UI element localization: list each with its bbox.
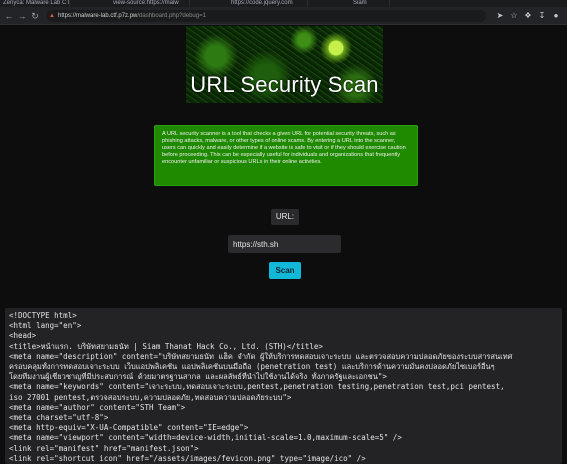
- address-bar: ← → ↻ ▲ https://malware-lab.ctf.p7z.pw/d…: [0, 7, 567, 25]
- tab-bar: Zenyca: Malware Lab CTF view-source:http…: [0, 0, 567, 7]
- source-line: <html lang="en">: [9, 321, 82, 331]
- source-output: <!DOCTYPE html> <html lang="en"> <head> <ti…: [5, 308, 562, 464]
- star-icon[interactable]: ☆: [508, 10, 520, 22]
- browser-tab[interactable]: view-source:https://malw: [110, 0, 190, 7]
- banner-title: URL Security Scan: [190, 72, 379, 97]
- source-line: <meta name="viewport" content="width=dev…: [9, 433, 402, 443]
- reload-icon[interactable]: ↻: [30, 10, 40, 22]
- source-line: iso 27001 pentest,ตรวจสอบระบบ,ความปลอดภั…: [9, 392, 292, 402]
- url-bar[interactable]: ▲ https://malware-lab.ctf.p7z.pw/dashboa…: [46, 10, 486, 22]
- browser-tab[interactable]: Zenyca: Malware Lab CTF: [0, 0, 70, 7]
- browser-tab[interactable]: Siam: [350, 0, 390, 7]
- source-line: ครอบคลุมทั้งการทดสอบเจาะระบบ เว็บแอปพลิเ…: [9, 362, 495, 372]
- source-line: <link rel="manifest" href="manifest.json…: [9, 443, 199, 453]
- back-icon[interactable]: ←: [4, 10, 14, 22]
- download-icon[interactable]: ↧: [536, 10, 548, 22]
- source-line: <meta name="keywords" content="เจาะระบบ,…: [9, 382, 505, 392]
- source-line: <meta charset="utf-8">: [9, 413, 109, 423]
- source-line: <head>: [9, 331, 37, 341]
- url-host: https://malware-lab.ctf.p7z.pw: [58, 13, 138, 19]
- source-line: <!DOCTYPE html>: [9, 311, 77, 320]
- not-secure-icon[interactable]: ▲: [49, 10, 55, 22]
- url-path: /dashboard.php?debug=1: [137, 13, 206, 19]
- profile-icon[interactable]: ●: [550, 10, 562, 22]
- source-line: <meta http-equiv="X-UA-Compatible" conte…: [9, 423, 249, 433]
- url-label: URL:: [271, 209, 299, 225]
- send-icon[interactable]: ➤: [494, 10, 506, 22]
- source-line: <link rel="shortcut icon" href="/assets/…: [9, 453, 366, 463]
- forward-icon[interactable]: →: [17, 10, 27, 22]
- puzzle-icon[interactable]: ❖: [522, 10, 534, 22]
- page-content: URL Security Scan A URL security scanner…: [0, 26, 567, 464]
- source-line: <meta name="description" content="บริษัท…: [9, 351, 513, 361]
- banner-image: URL Security Scan: [186, 26, 383, 103]
- scan-button[interactable]: Scan: [269, 262, 301, 279]
- description-box: A URL security scanner is a tool that ch…: [154, 125, 418, 186]
- source-line: <meta name="author" content="STH Team">: [9, 402, 186, 412]
- source-line: โดยทีมงานผู้เชี่ยวชาญที่มีประสบการณ์ ด้ว…: [9, 372, 387, 382]
- source-line: <title>หน้าแรก. บริษัทสยามธนัท | Siam Th…: [9, 341, 323, 351]
- url-input[interactable]: [228, 235, 341, 253]
- browser-tab[interactable]: https://code.jquery.com: [228, 0, 308, 7]
